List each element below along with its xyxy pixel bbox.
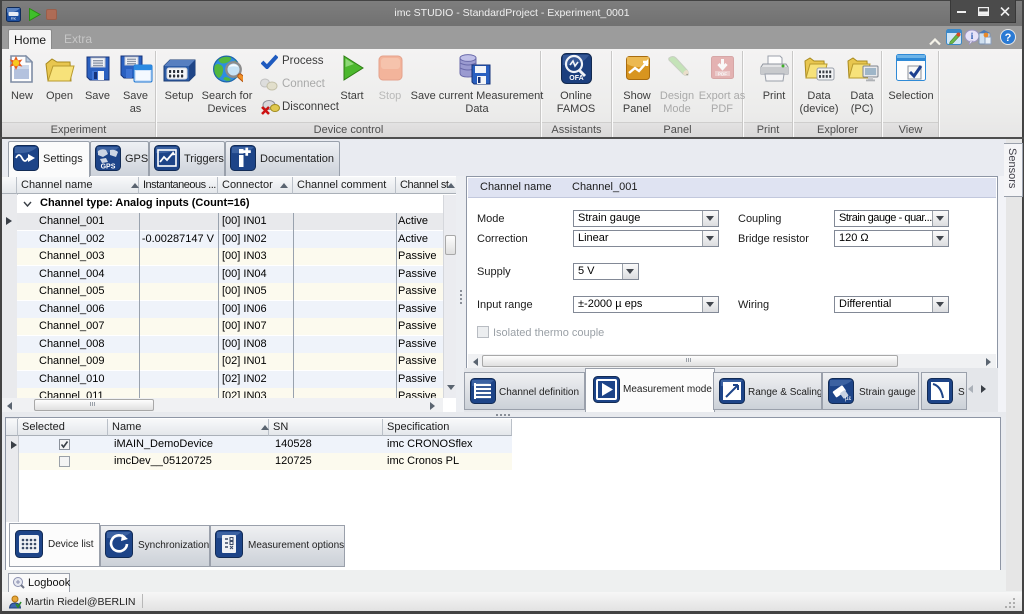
svg-text:µɛ: µɛ: [845, 396, 851, 402]
svg-text:?: ?: [1005, 32, 1012, 44]
svg-text:OFA: OFA: [569, 75, 583, 82]
svg-text:GPS: GPS: [101, 164, 116, 171]
svg-text:PDF: PDF: [718, 71, 727, 76]
